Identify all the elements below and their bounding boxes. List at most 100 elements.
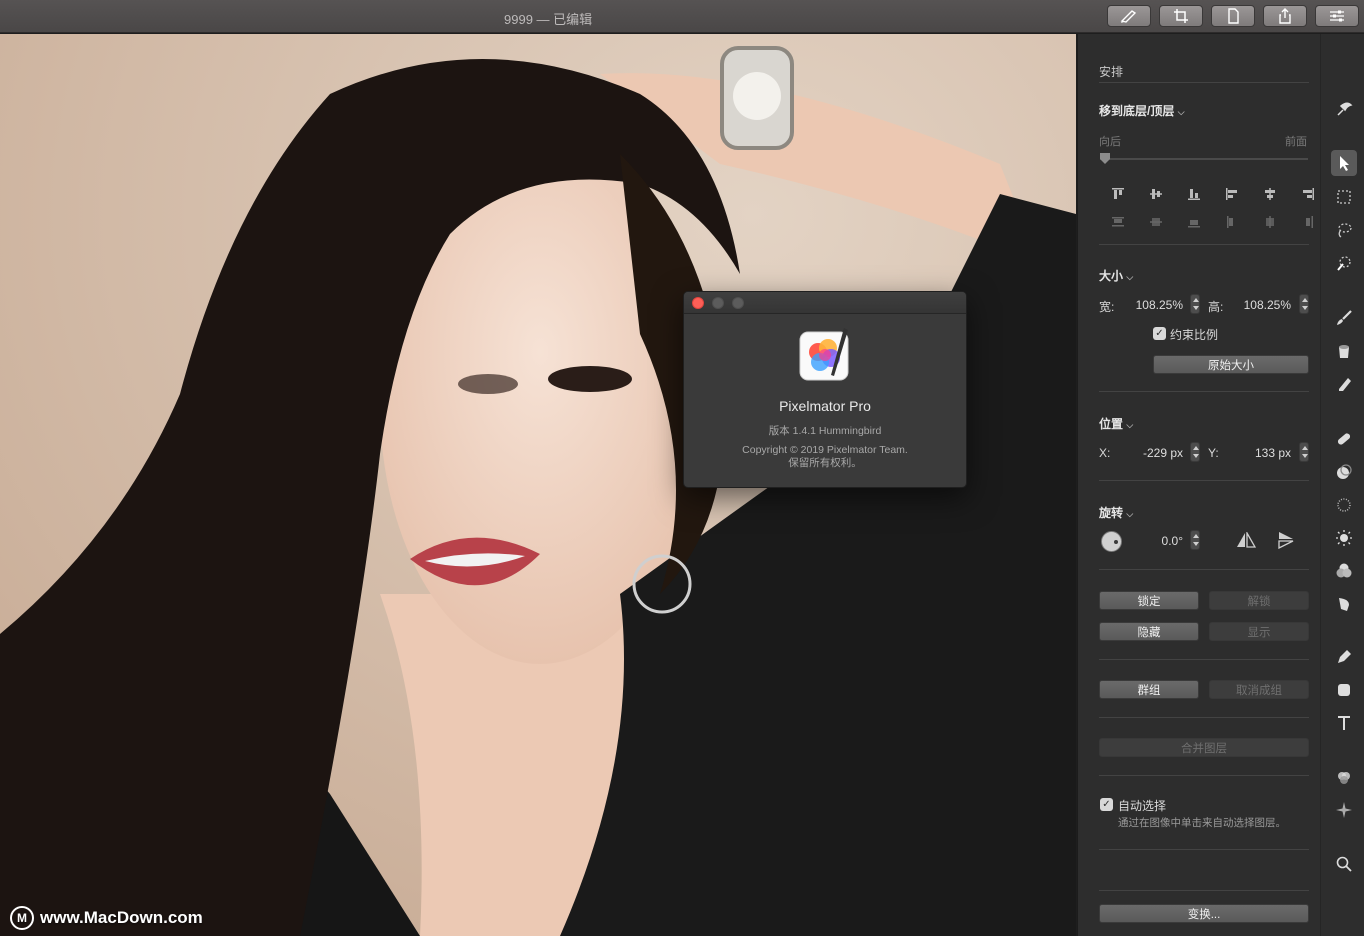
unlock-button[interactable]: 解锁 xyxy=(1209,591,1309,610)
chevron-down-icon: ⌵ xyxy=(1126,509,1134,519)
blur-tool[interactable] xyxy=(1331,492,1357,518)
width-stepper[interactable] xyxy=(1190,294,1200,314)
rectangle-select-icon xyxy=(1337,190,1351,204)
copyright-text: Copyright © 2019 Pixelmator Team. 保留所有权利… xyxy=(684,444,966,470)
align-center-button[interactable] xyxy=(1251,184,1289,204)
distribute-bottom-button[interactable] xyxy=(1175,212,1213,232)
constrain-checkbox[interactable]: ✓ xyxy=(1153,327,1166,340)
align-middle-button[interactable] xyxy=(1137,184,1175,204)
rotation-stepper[interactable] xyxy=(1190,530,1200,550)
align-bottom-button[interactable] xyxy=(1175,184,1213,204)
share-icon xyxy=(1279,8,1291,24)
position-section-toggle[interactable]: 位置 ⌵ xyxy=(1099,415,1133,432)
y-field[interactable]: 133 px xyxy=(1234,446,1291,460)
arrange-tool-icon xyxy=(1337,102,1353,116)
flip-horizontal-icon[interactable] xyxy=(1236,532,1256,548)
order-dropdown[interactable]: 移到底层/顶层 ⌵ xyxy=(1099,102,1185,119)
layer-order-slider-knob[interactable] xyxy=(1100,153,1110,164)
size-heading: 大小 xyxy=(1099,269,1124,283)
light-tool[interactable] xyxy=(1331,525,1357,551)
height-field[interactable]: 108.25% xyxy=(1234,298,1291,312)
zoom-tool[interactable] xyxy=(1331,851,1357,877)
hide-button[interactable]: 隐藏 xyxy=(1099,622,1199,641)
align-left-button[interactable] xyxy=(1213,184,1251,204)
pixelmator-window: 9999 — 已编辑 M www.MacDown.com Pixelmator … xyxy=(0,0,1364,936)
align-left-icon xyxy=(1226,188,1237,200)
distribute-middle-button[interactable] xyxy=(1137,212,1175,232)
crop-button[interactable] xyxy=(1159,5,1203,27)
rectangle-select-tool[interactable] xyxy=(1331,184,1357,210)
constrain-label: 约束比例 xyxy=(1170,328,1219,342)
layer-order-slider[interactable] xyxy=(1100,158,1308,160)
distribute-top-button[interactable] xyxy=(1099,212,1137,232)
size-section-toggle[interactable]: 大小 ⌵ xyxy=(1099,267,1133,284)
ml-tool[interactable] xyxy=(1331,797,1357,823)
clone-tool[interactable] xyxy=(1331,459,1357,485)
transform-button[interactable]: 变换... xyxy=(1099,904,1309,923)
repair-tool[interactable] xyxy=(1331,426,1357,452)
group-button[interactable]: 群组 xyxy=(1099,680,1199,699)
width-field[interactable]: 108.25% xyxy=(1126,298,1183,312)
distribute-left-button[interactable] xyxy=(1213,212,1251,232)
color-adjust-icon xyxy=(1336,563,1352,578)
arrange-tool[interactable] xyxy=(1331,96,1357,122)
type-icon xyxy=(1338,716,1350,730)
tools-sidebar xyxy=(1320,34,1364,936)
warp-icon xyxy=(1339,598,1349,611)
divider xyxy=(1099,82,1309,83)
divider xyxy=(1099,659,1309,660)
type-tool[interactable] xyxy=(1331,710,1357,736)
document-button[interactable] xyxy=(1211,5,1255,27)
share-button[interactable] xyxy=(1263,5,1307,27)
minimize-button[interactable] xyxy=(712,297,724,309)
align-row-top xyxy=(1099,184,1327,204)
crop-icon xyxy=(1174,9,1188,23)
lasso-tool[interactable] xyxy=(1331,217,1357,243)
divider xyxy=(1099,391,1309,392)
auto-select-checkbox[interactable]: ✓ xyxy=(1100,798,1113,811)
x-stepper[interactable] xyxy=(1190,442,1200,462)
original-size-button[interactable]: 原始大小 xyxy=(1153,355,1309,374)
shape-tool[interactable] xyxy=(1331,677,1357,703)
erase-tool[interactable] xyxy=(1331,371,1357,397)
lock-button[interactable]: 锁定 xyxy=(1099,591,1199,610)
x-field[interactable]: -229 px xyxy=(1126,446,1183,460)
distribute-right-icon xyxy=(1306,216,1313,228)
close-button[interactable] xyxy=(692,297,704,309)
align-middle-icon xyxy=(1150,189,1162,199)
warp-tool[interactable] xyxy=(1331,591,1357,617)
align-top-button[interactable] xyxy=(1099,184,1137,204)
format-style-button[interactable] xyxy=(1107,5,1151,27)
height-stepper[interactable] xyxy=(1299,294,1309,314)
rotation-section-toggle[interactable]: 旋转 ⌵ xyxy=(1099,504,1133,521)
divider xyxy=(1099,480,1309,481)
fill-tool[interactable] xyxy=(1331,338,1357,364)
app-version: 版本 1.4.1 Hummingbird xyxy=(768,425,882,437)
magic-select-tool[interactable] xyxy=(1331,250,1357,276)
adjustments-button[interactable] xyxy=(1315,5,1359,27)
flip-vertical-icon[interactable] xyxy=(1277,531,1297,549)
distribute-center-button[interactable] xyxy=(1251,212,1289,232)
auto-select-hint: 通过在图像中单击来自动选择图层。 xyxy=(1118,817,1286,829)
move-pointer-icon xyxy=(1340,156,1349,171)
back-label: 向后 xyxy=(1099,136,1121,148)
effects-icon xyxy=(1338,772,1350,784)
y-stepper[interactable] xyxy=(1299,442,1309,462)
zoom-button[interactable] xyxy=(732,297,744,309)
color-adjust-tool[interactable] xyxy=(1331,558,1357,584)
pen-tool[interactable] xyxy=(1331,644,1357,670)
merge-layers-button[interactable]: 合并图层 xyxy=(1099,738,1309,757)
align-top-icon xyxy=(1112,188,1124,199)
watermark-logo: M xyxy=(10,906,34,930)
distribute-left-icon xyxy=(1227,216,1233,228)
ungroup-button[interactable]: 取消成组 xyxy=(1209,680,1309,699)
move-tool[interactable] xyxy=(1331,150,1357,176)
clone-stamp-icon xyxy=(1337,464,1352,479)
x-label: X: xyxy=(1099,446,1111,460)
rotation-field[interactable]: 0.0° xyxy=(1138,534,1183,548)
effects-tool[interactable] xyxy=(1331,764,1357,790)
rotation-dial[interactable] xyxy=(1101,531,1122,552)
divider xyxy=(1099,849,1309,850)
paint-tool[interactable] xyxy=(1331,305,1357,331)
show-button[interactable]: 显示 xyxy=(1209,622,1309,641)
